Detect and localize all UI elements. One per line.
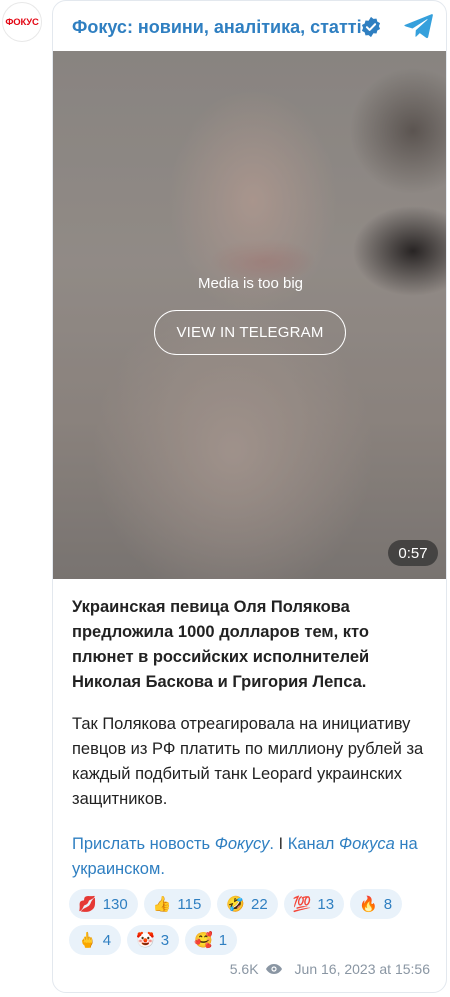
message-card: Фокус: новини, аналітика, статті Media i…	[52, 0, 447, 993]
reaction-chip[interactable]: 💯 13	[283, 889, 345, 919]
avatar-text: ФОКУС	[5, 16, 39, 28]
post-date[interactable]: Jun 16, 2023 at 15:56	[295, 961, 430, 977]
video-duration-badge: 0:57	[388, 540, 438, 566]
media-too-big-text: Media is too big	[197, 275, 304, 292]
video-preview: Media is too big VIEW IN TELEGRAM 0:57	[53, 51, 446, 579]
channel-title[interactable]: Фокус: новини, аналітика, статті	[72, 17, 362, 38]
eye-icon	[265, 964, 282, 974]
message-footer: 5.6K Jun 16, 2023 at 15:56	[230, 961, 430, 977]
view-in-telegram-button[interactable]: VIEW IN TELEGRAM	[154, 310, 346, 355]
clown-icon: 🤡	[136, 932, 155, 949]
message-header: Фокус: новини, аналітика, статті	[53, 1, 446, 51]
send-news-link[interactable]: Прислать новость Фокусу.	[72, 835, 274, 853]
reaction-count: 3	[160, 931, 170, 949]
reaction-chip[interactable]: 👍 115	[143, 889, 212, 919]
reaction-chip[interactable]: 🤣 22	[217, 889, 278, 919]
reaction-chip[interactable]: 🔥 8	[350, 889, 403, 919]
link-separator: I	[273, 835, 288, 853]
post-links: Прислать новость Фокусу. I Канал Фокуса …	[72, 832, 432, 882]
reaction-count: 1	[218, 931, 228, 949]
reaction-chip[interactable]: 🥰 1	[185, 925, 238, 955]
kiss-icon: 💋	[78, 896, 97, 913]
middle-finger-icon: 🖕	[78, 932, 97, 949]
reaction-count: 22	[251, 895, 268, 913]
smiling-hearts-icon: 🥰	[194, 932, 213, 949]
telegram-icon[interactable]	[403, 13, 433, 39]
reaction-chip[interactable]: 💋 130	[69, 889, 138, 919]
fire-icon: 🔥	[359, 896, 378, 913]
thumbs-up-icon: 👍	[152, 896, 172, 913]
view-count: 5.6K	[229, 961, 259, 977]
reaction-count: 8	[383, 895, 393, 913]
reaction-chip[interactable]: 🤡 3	[127, 925, 180, 955]
reaction-count: 115	[177, 895, 202, 913]
reaction-row: 🖕 4 🤡 3 🥰 1	[69, 925, 439, 955]
channel-avatar[interactable]: ФОКУС	[2, 2, 42, 42]
reaction-count: 130	[102, 895, 128, 913]
verified-icon	[361, 16, 381, 38]
reactions: 💋 130 👍 115 🤣 22 💯 13 🔥 8 🖕 4 🤡 3 🥰 1	[69, 889, 439, 961]
hundred-icon: 💯	[292, 896, 312, 913]
post-body: Так Полякова отреагировала на инициативу…	[72, 715, 424, 808]
reaction-count: 13	[317, 895, 335, 913]
post-headline: Украинская певица Оля Полякова предложил…	[72, 598, 370, 691]
rofl-icon: 🤣	[226, 896, 246, 913]
reaction-count: 4	[102, 931, 112, 949]
reaction-chip[interactable]: 🖕 4	[69, 925, 122, 955]
reaction-row: 💋 130 👍 115 🤣 22 💯 13 🔥 8	[69, 889, 439, 919]
